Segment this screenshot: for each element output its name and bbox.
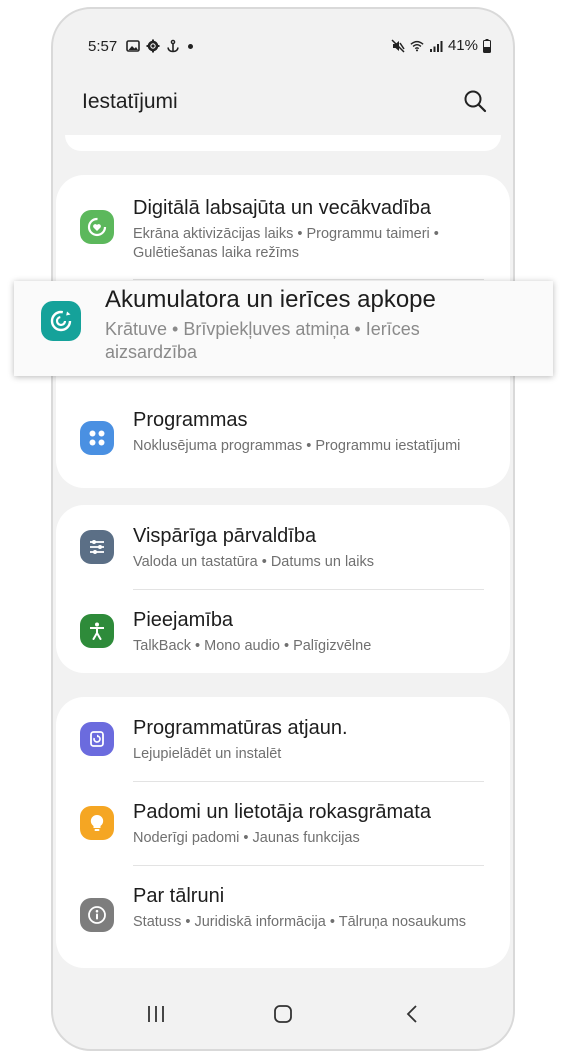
row-subtitle: Lejupielādēt un instalēt	[133, 746, 282, 762]
battery-percent: 41%	[447, 37, 478, 54]
settings-card-2: Vispārīga pārvaldība Valoda un tastatūra…	[56, 505, 510, 673]
signal-icon	[429, 40, 443, 52]
row-subtitle: TalkBack • Mono audio • Palīgizvēlne	[133, 638, 372, 654]
battery-icon	[483, 38, 491, 53]
info-icon	[80, 898, 114, 932]
status-bar: 5:57 41%	[53, 9, 513, 79]
row-about-phone[interactable]: Par tālruni Statuss • Juridiskā informāc…	[56, 865, 510, 968]
recents-icon[interactable]	[141, 1001, 171, 1027]
row-software-update[interactable]: Programmatūras atjaun. Lejupielādēt un i…	[56, 697, 510, 781]
settings-header: Iestatījumi	[53, 79, 513, 139]
row-subtitle: Noderīgi padomi • Jaunas funkcijas	[133, 830, 360, 846]
row-tips-manual[interactable]: Padomi un lietotāja rokasgrāmata Noderīg…	[56, 781, 510, 865]
mute-icon	[391, 38, 405, 53]
dot-icon	[188, 43, 193, 49]
lightbulb-icon	[80, 806, 114, 840]
back-icon[interactable]	[397, 1001, 427, 1027]
row-title: Vispārīga pārvaldība	[133, 525, 317, 547]
previous-card-edge	[65, 135, 501, 151]
row-title: Padomi un lietotāja rokasgrāmata	[133, 801, 431, 823]
row-title: Akumulatora un ierīces apkope	[105, 286, 436, 313]
row-title: Digitālā labsajūta un vecākvadība	[133, 197, 431, 219]
status-left-icons	[126, 39, 193, 53]
home-icon[interactable]	[268, 1001, 298, 1027]
row-digital-wellbeing[interactable]: Digitālā labsajūta un vecākvadība Ekrāna…	[56, 175, 510, 279]
row-title: Programmatūras atjaun.	[133, 717, 348, 739]
row-accessibility[interactable]: Pieejamība TalkBack • Mono audio • Palīg…	[56, 589, 510, 673]
row-subtitle: Ekrāna aktivizācijas laiks • Programmu t…	[133, 226, 439, 261]
divider	[133, 279, 484, 280]
row-title: Par tālruni	[133, 885, 225, 907]
page-title: Iestatījumi	[82, 90, 178, 113]
image-icon	[126, 40, 140, 52]
row-title: Pieejamība	[133, 609, 234, 631]
navigation-bar	[53, 979, 513, 1049]
settings-card-3: Programmatūras atjaun. Lejupielādēt un i…	[56, 697, 510, 968]
apps-icon	[80, 421, 114, 455]
status-time: 5:57	[88, 38, 118, 55]
row-subtitle: Statuss • Juridiskā informācija • Tālruņ…	[133, 914, 467, 930]
phone-frame: 5:57 41% Iestatījumi Digitālā labsajūta …	[51, 7, 515, 1051]
anchor-icon	[167, 39, 179, 53]
row-battery-device-care-highlight[interactable]: Akumulatora un ierīces apkope Krātuve • …	[14, 281, 553, 376]
device-care-icon	[41, 301, 81, 341]
row-subtitle: Krātuve • Brīvpiekļuves atmiņa • Ierīces…	[105, 319, 420, 362]
sliders-icon	[80, 530, 114, 564]
row-subtitle: Noklusējuma programmas • Programmu iesta…	[133, 438, 461, 454]
status-right-icons: 41%	[391, 37, 491, 54]
row-general-management[interactable]: Vispārīga pārvaldība Valoda un tastatūra…	[56, 505, 510, 589]
accessibility-icon	[80, 614, 114, 648]
search-icon[interactable]	[461, 87, 489, 115]
row-subtitle: Valoda un tastatūra • Datums un laiks	[133, 554, 374, 570]
row-apps[interactable]: Programmas Noklusējuma programmas • Prog…	[56, 387, 510, 487]
gear-icon	[146, 39, 160, 53]
wifi-icon	[410, 40, 424, 51]
wellbeing-icon	[80, 210, 114, 244]
row-title: Programmas	[133, 409, 248, 431]
software-update-icon	[80, 722, 114, 756]
